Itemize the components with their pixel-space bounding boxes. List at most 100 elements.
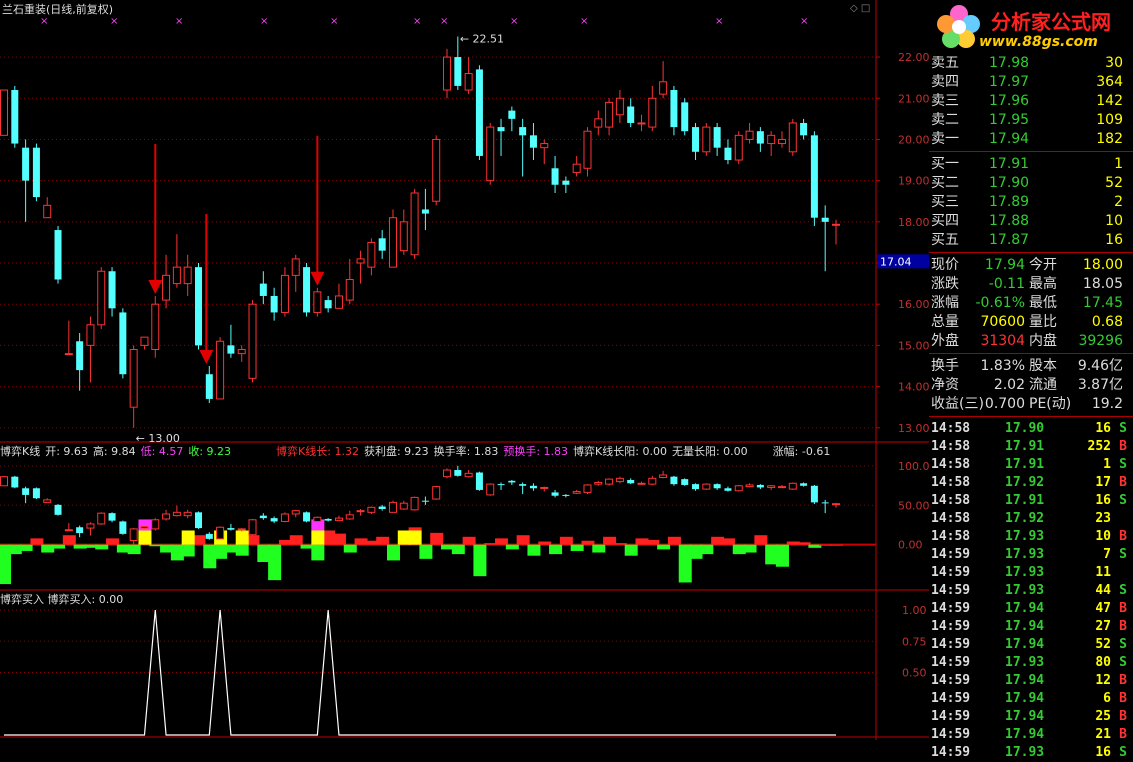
candle-body bbox=[172, 266, 181, 285]
stat-value: 17.94 bbox=[984, 257, 1025, 273]
ind1-candle-body bbox=[97, 512, 106, 525]
fund-value: 9.46亿 bbox=[1077, 358, 1123, 374]
chart-canvas[interactable]: 22.0021.0020.0019.0018.0017.0016.0015.00… bbox=[0, 0, 929, 740]
ind1-candle-body bbox=[303, 512, 311, 522]
trade-row: 14:58 17.91 16 S bbox=[929, 492, 1133, 510]
stat-label: 内盘 bbox=[1029, 333, 1057, 349]
trade-time: 14:59 bbox=[931, 601, 971, 616]
ask-row: 卖一 17.94 182 bbox=[929, 130, 1129, 148]
ind1-candle-body bbox=[334, 517, 343, 522]
trade-volume: 52 bbox=[1095, 637, 1111, 652]
trade-side: S bbox=[1119, 655, 1127, 670]
ind2-tick-label: 0.50 bbox=[902, 667, 927, 680]
trade-time: 14:58 bbox=[931, 529, 971, 544]
logo-url: www.88gs.com bbox=[979, 34, 1098, 50]
ind1-bar bbox=[462, 536, 476, 545]
ind1-bar bbox=[581, 540, 595, 545]
buy-arrow-head bbox=[148, 279, 163, 294]
ind1-header-item: 涨幅: -0.61 bbox=[772, 445, 831, 458]
ind1-candle-body bbox=[508, 480, 516, 483]
candle-body bbox=[702, 126, 711, 153]
ind1-candle-body bbox=[615, 477, 624, 483]
chart-window-controls[interactable]: ◇ □ bbox=[850, 2, 870, 16]
candle-body bbox=[237, 349, 246, 355]
stat-label: 现价 bbox=[931, 257, 959, 273]
ind2-tick-label: 0.75 bbox=[902, 635, 927, 648]
ind1-candle-body bbox=[572, 491, 581, 494]
trade-side: S bbox=[1119, 583, 1127, 598]
ask-label: 卖二 bbox=[931, 112, 959, 128]
ind1-candle-body bbox=[172, 511, 181, 517]
candle-body bbox=[800, 122, 808, 136]
candle-body bbox=[432, 138, 441, 202]
trade-row: 14:59 17.93 44 S bbox=[929, 582, 1133, 600]
trade-row: 14:59 17.94 52 S bbox=[929, 636, 1133, 654]
trade-time: 14:59 bbox=[931, 565, 971, 580]
stat-value: 31304 bbox=[980, 333, 1025, 349]
candle-body bbox=[64, 353, 73, 356]
stat-label: 涨跌 bbox=[931, 276, 959, 292]
trade-price: 17.92 bbox=[1005, 511, 1045, 526]
candle-body bbox=[648, 97, 657, 128]
ask-label: 卖三 bbox=[931, 93, 959, 109]
low-label: ← 13.00 bbox=[136, 432, 180, 445]
ind1-candle-body bbox=[227, 528, 235, 530]
ind1-candle-body bbox=[648, 477, 657, 485]
bid-row: 买一 17.91 1 bbox=[929, 155, 1129, 173]
ind1-bar bbox=[516, 535, 530, 545]
fund-row: 净资 2.02 流通 3.87亿 bbox=[929, 376, 1129, 394]
ind1-candle-body bbox=[681, 479, 689, 485]
ind1-candle-body bbox=[605, 478, 614, 485]
candle-body bbox=[713, 127, 721, 148]
ind1-bar bbox=[700, 544, 714, 555]
ind1-candle-body bbox=[670, 476, 678, 485]
fund-label: 股本 bbox=[1029, 358, 1057, 374]
candle-body bbox=[443, 56, 452, 91]
ind1-candle-body bbox=[724, 488, 732, 491]
candle-body bbox=[216, 340, 225, 400]
ind1-bar bbox=[332, 533, 346, 545]
candle-body bbox=[734, 134, 743, 161]
trade-volume: 44 bbox=[1095, 583, 1111, 598]
candle-body bbox=[497, 127, 505, 132]
ind1-candle-body bbox=[194, 512, 202, 529]
ind1-candle-body bbox=[540, 486, 549, 489]
ind1-header-item: 预换手: 1.83 bbox=[503, 445, 569, 458]
trade-side: B bbox=[1119, 529, 1127, 544]
candle-body bbox=[670, 90, 678, 128]
ask-volume: 142 bbox=[1096, 93, 1123, 109]
stat-row: 总量 70600 量比 0.68 bbox=[929, 313, 1129, 331]
ind1-candle-body bbox=[216, 526, 225, 540]
ind1-candle-body bbox=[259, 515, 267, 519]
ind2-tick-label: 1.00 bbox=[902, 604, 927, 617]
ind1-candle-body bbox=[734, 485, 743, 492]
stat-value: -0.61% bbox=[975, 295, 1025, 311]
ind1-bar bbox=[559, 536, 573, 545]
ind1-candle-body bbox=[162, 513, 171, 520]
ask-row: 卖二 17.95 109 bbox=[929, 111, 1129, 129]
candle-body bbox=[756, 131, 764, 144]
trade-volume: 47 bbox=[1095, 601, 1111, 616]
ind1-bar bbox=[181, 544, 195, 557]
trade-time: 14:59 bbox=[931, 547, 971, 562]
ind1-header-item: 获利盘: 9.23 bbox=[363, 445, 429, 458]
ind1-candle-body bbox=[637, 482, 646, 485]
ind1-header-item: 博弈K线长阳: 0.00 bbox=[573, 445, 667, 458]
ind1-candle-body bbox=[583, 484, 592, 493]
ind1-bar bbox=[549, 544, 563, 555]
ind1-bar bbox=[473, 544, 487, 577]
top-marker: × bbox=[715, 16, 723, 27]
trade-row: 14:58 17.90 16 S bbox=[929, 420, 1133, 438]
ind1-candle-body bbox=[378, 506, 386, 510]
ind1-candle-body bbox=[183, 511, 192, 517]
candle-body bbox=[605, 101, 614, 128]
trade-price: 17.92 bbox=[1005, 475, 1045, 490]
ask-price: 17.98 bbox=[989, 55, 1030, 71]
stat-value: 18.00 bbox=[1082, 257, 1123, 273]
candle-body bbox=[777, 138, 786, 145]
candle-body bbox=[583, 130, 592, 169]
trade-volume: 6 bbox=[1103, 691, 1111, 706]
candle-body bbox=[788, 122, 797, 153]
ask-volume: 30 bbox=[1105, 55, 1123, 71]
candle-body bbox=[637, 122, 646, 125]
